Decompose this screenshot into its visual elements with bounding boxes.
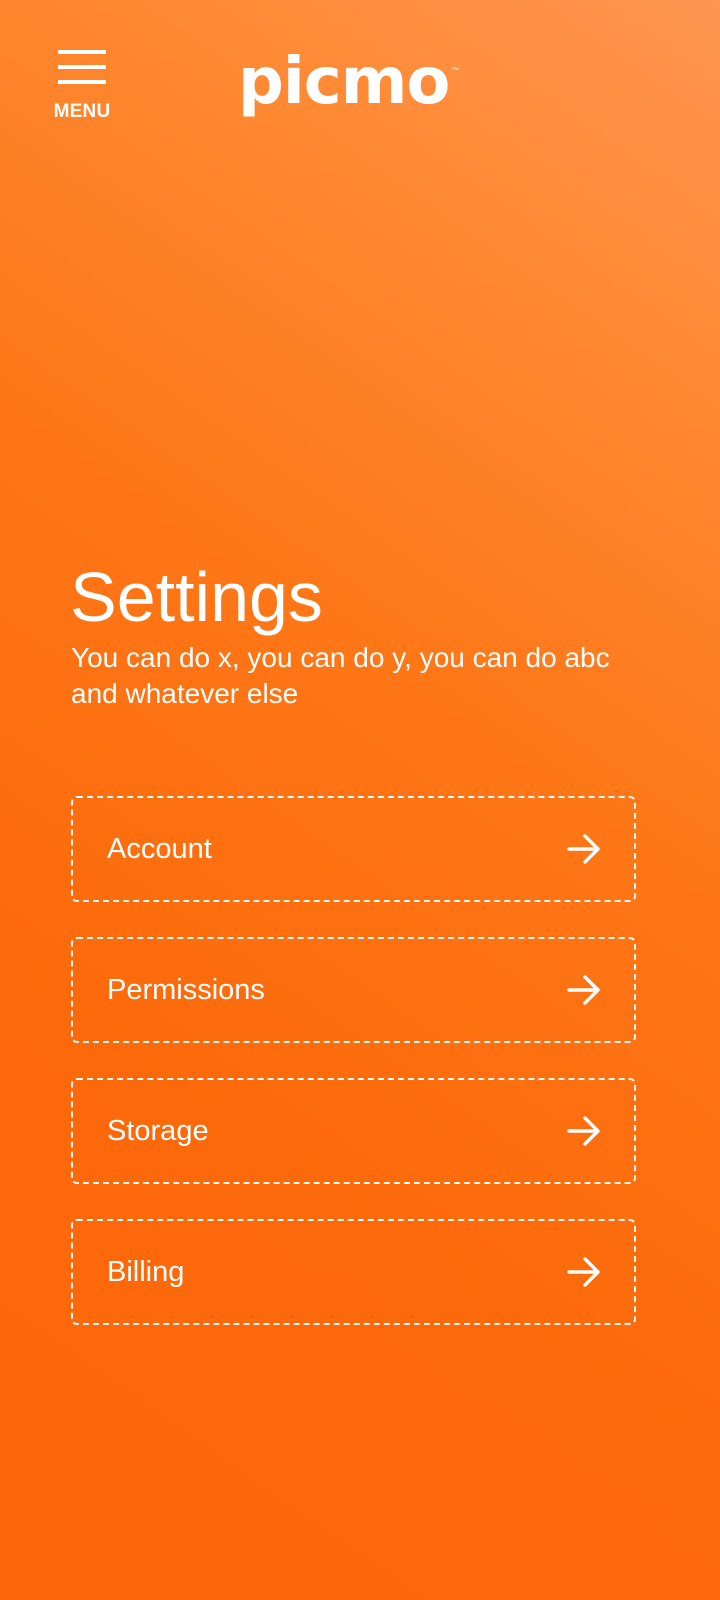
settings-item-storage[interactable]: Storage xyxy=(71,1078,636,1184)
arrow-right-icon xyxy=(567,975,600,1005)
menu-label: MENU xyxy=(53,101,111,122)
arrow-right-icon xyxy=(567,1257,600,1287)
arrow-right-icon xyxy=(567,834,600,864)
logo-trademark: ™ xyxy=(451,66,460,75)
arrow-right-icon xyxy=(567,1116,600,1146)
page-title: Settings xyxy=(70,558,323,636)
settings-item-label: Billing xyxy=(107,1255,185,1288)
settings-item-label: Account xyxy=(107,832,212,865)
logo-wordmark: picmo xyxy=(238,45,450,119)
settings-item-label: Permissions xyxy=(107,973,265,1006)
settings-item-permissions[interactable]: Permissions xyxy=(71,937,636,1043)
menu-button[interactable]: MENU xyxy=(52,50,112,121)
settings-list: Account Permissions Storage Billing xyxy=(71,796,636,1360)
page-subtitle: You can do x, you can do y, you can do a… xyxy=(71,642,610,709)
settings-item-billing[interactable]: Billing xyxy=(71,1219,636,1325)
logo: picmo ™ xyxy=(238,46,459,122)
settings-item-account[interactable]: Account xyxy=(71,796,636,902)
settings-item-label: Storage xyxy=(107,1114,209,1147)
hamburger-menu-icon xyxy=(58,50,106,84)
